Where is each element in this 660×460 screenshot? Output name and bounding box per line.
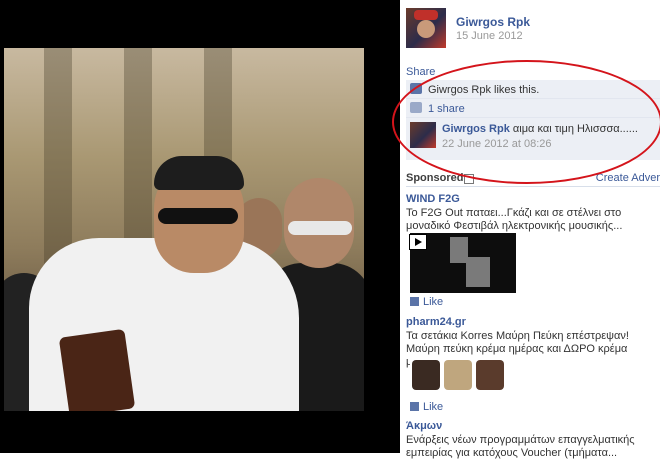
comment-timestamp[interactable]: 22 June 2012 at 08:26: [442, 138, 551, 150]
ad-item: pharm24.gr Τα σετάκια Korres Μαύρη Πεύκη…: [406, 316, 660, 413]
ad-like-link[interactable]: Like: [410, 401, 443, 413]
ad-item: Άκμων Ενάρξεις νέων προγραμμάτων επαγγελ…: [406, 420, 660, 460]
share-icon: [410, 102, 422, 113]
ad-title[interactable]: pharm24.gr: [406, 316, 660, 328]
author-avatar[interactable]: [406, 8, 446, 48]
ad-item: WIND F2G Το F2G Out παταει...Γκάζι και σ…: [406, 193, 660, 308]
commenter-avatar[interactable]: [410, 122, 436, 148]
ad-like-label: Like: [423, 401, 444, 413]
ad-like-link[interactable]: Like: [410, 296, 443, 308]
photo-viewer: [0, 0, 400, 453]
likes-text[interactable]: Giwrgos Rpk likes this.: [428, 84, 539, 96]
commenter-name-link[interactable]: Giwrgos Rpk: [442, 123, 510, 135]
comment: Giwrgos Rpk αιμα και τιμη Ηλισσσα...... …: [406, 118, 660, 160]
shares-link[interactable]: 1 share: [428, 103, 465, 115]
like-thumb-icon: [410, 402, 419, 411]
like-thumb-icon: [410, 297, 419, 306]
sponsored-label: Sponsored: [406, 172, 464, 184]
author-name-link[interactable]: Giwrgos Rpk: [456, 15, 530, 29]
share-link[interactable]: Share: [406, 66, 435, 78]
post-date[interactable]: 15 June 2012: [456, 30, 523, 42]
ad-title[interactable]: WIND F2G: [406, 193, 660, 205]
sponsored-header: Sponsored Create Adver: [406, 172, 660, 186]
ad-choices-icon[interactable]: [464, 174, 474, 184]
feed-sidebar: Giwrgos Rpk 15 June 2012 Share Giwrgos R…: [400, 0, 660, 459]
post-header: Giwrgos Rpk 15 June 2012: [406, 8, 656, 56]
ad-text[interactable]: Ενάρξεις νέων προγραμμάτων επαγγελματική…: [406, 434, 660, 460]
divider: [406, 186, 660, 187]
like-thumb-icon: [410, 83, 422, 94]
ad-image[interactable]: [410, 356, 516, 394]
ad-like-label: Like: [423, 296, 444, 308]
create-advert-link[interactable]: Create Adver: [596, 172, 660, 184]
ad-text[interactable]: Το F2G Out παταει...Γκάζι και σε στέλνει…: [406, 207, 660, 233]
feedback-box: Giwrgos Rpk likes this. 1 share Giwrgos …: [406, 80, 660, 160]
shares-row: 1 share: [406, 99, 660, 118]
comment-text: αιμα και τιμη Ηλισσσα......: [512, 123, 638, 135]
play-icon[interactable]: [409, 234, 427, 250]
post-photo[interactable]: [4, 48, 364, 411]
ad-title[interactable]: Άκμων: [406, 420, 660, 432]
likes-row: Giwrgos Rpk likes this.: [406, 80, 660, 99]
